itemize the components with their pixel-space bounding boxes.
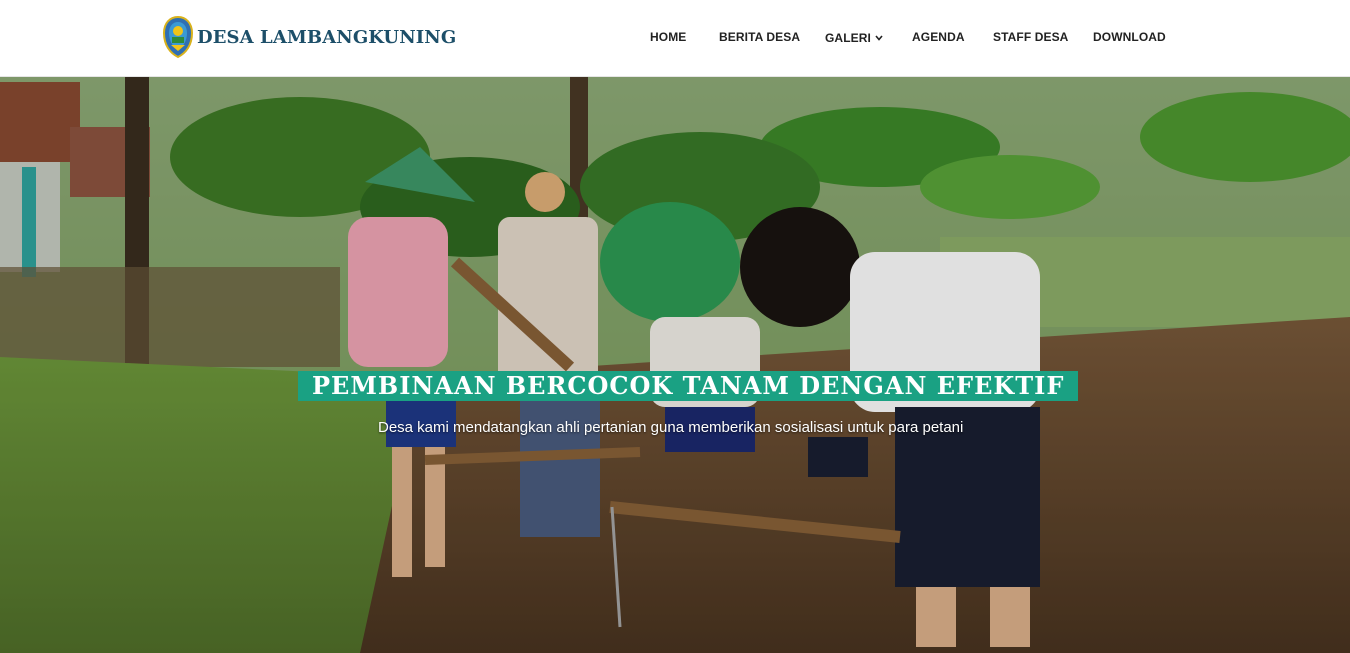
nav-berita-desa[interactable]: BERITA DESA [719, 30, 800, 44]
nav-galeri[interactable]: GALERI [825, 30, 883, 45]
hero-slider[interactable]: PEMBINAAN BERCOCOK TANAM DENGAN EFEKTIF … [0, 77, 1350, 653]
site-name: DESA LAMBANGKUNING [197, 26, 457, 48]
hero-subtitle: Desa kami mendatangkan ahli pertanian gu… [378, 419, 964, 436]
site-header: DESA LAMBANGKUNING HOME BERITA DESA GALE… [0, 0, 1350, 77]
nav-galeri-label: GALERI [825, 31, 871, 45]
hero-title: PEMBINAAN BERCOCOK TANAM DENGAN EFEKTIF [298, 371, 1079, 401]
chevron-down-icon [875, 30, 883, 44]
village-emblem-icon [162, 15, 194, 59]
nav-download[interactable]: DOWNLOAD [1093, 30, 1166, 44]
site-logo[interactable]: DESA LAMBANGKUNING [162, 15, 456, 59]
nav-staff-desa[interactable]: STAFF DESA [993, 30, 1068, 44]
farmers-hoeing-field-photo [0, 77, 1350, 653]
nav-agenda[interactable]: AGENDA [912, 30, 965, 44]
nav-home[interactable]: HOME [650, 30, 686, 44]
